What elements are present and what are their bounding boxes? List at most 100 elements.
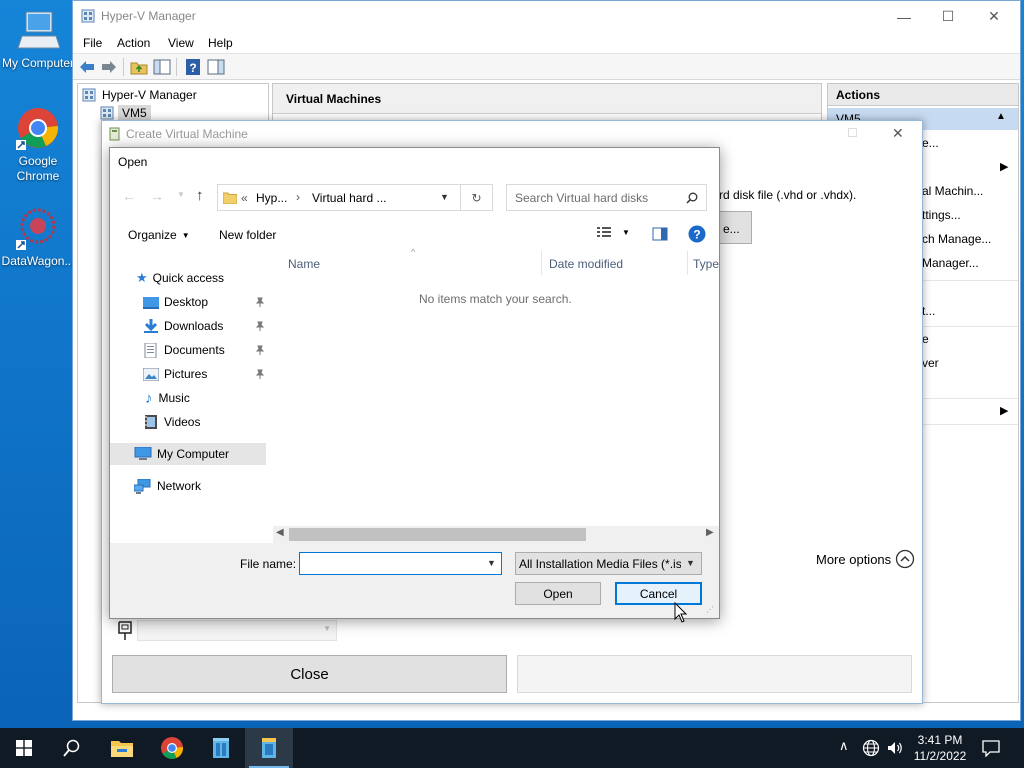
hyperv-icon (81, 9, 95, 23)
resize-grip-icon[interactable]: ⋰ (706, 605, 714, 614)
back-icon[interactable]: ← (122, 188, 136, 204)
search-box[interactable]: Search Virtual hard disks (506, 184, 707, 211)
desktop-icon-my-computer[interactable]: My Computer (0, 8, 76, 71)
taskbar-chrome[interactable] (148, 728, 196, 768)
column-type[interactable]: Type (693, 257, 719, 271)
nav-videos[interactable]: Videos (143, 411, 265, 433)
forward-icon[interactable]: → (150, 188, 164, 204)
network-globe-icon[interactable] (862, 739, 880, 757)
up-arrow-icon[interactable]: ↑ (196, 187, 204, 204)
create-vm-button[interactable]: Create Virtual Machine (517, 655, 912, 693)
action-item[interactable]: al Machin... (922, 184, 983, 198)
tree-root[interactable]: Hyper-V Manager (82, 88, 197, 102)
column-name[interactable]: Name (288, 257, 320, 271)
nav-desktop[interactable]: Desktop (143, 291, 265, 313)
menu-action[interactable]: Action (117, 36, 150, 50)
show-action-pane-icon[interactable] (207, 58, 225, 76)
nav-pictures[interactable]: Pictures (143, 363, 265, 385)
address-crumb-2[interactable]: Virtual hard ... (312, 191, 386, 205)
action-item[interactable]: e... (922, 136, 939, 150)
action-item[interactable]: ttings... (922, 208, 961, 222)
preview-pane-icon[interactable] (652, 227, 668, 241)
action-center-icon[interactable] (982, 739, 1000, 757)
nav-label: Downloads (164, 319, 224, 333)
hyperv-icon (82, 88, 96, 102)
chevron-down-icon: ▼ (622, 227, 630, 237)
documents-icon (144, 342, 157, 358)
cancel-button[interactable]: Cancel (615, 582, 702, 605)
nav-downloads[interactable]: Downloads (143, 315, 265, 337)
scrollbar-thumb[interactable] (289, 528, 586, 541)
forward-icon[interactable] (100, 58, 118, 76)
file-name-input[interactable]: ▼ (299, 552, 502, 575)
details-view-icon (597, 227, 611, 237)
show-hidden-icons-icon[interactable]: ∧ (839, 738, 849, 754)
desktop-icon-chrome[interactable]: Google Chrome (0, 106, 76, 184)
recent-locations-icon[interactable]: ▼ (177, 190, 185, 199)
menu-view[interactable]: View (168, 36, 194, 50)
address-bar[interactable]: « Hyp... › Virtual hard ... ▼ (217, 184, 461, 211)
address-overflow[interactable]: « (241, 191, 248, 205)
desktop-icon-label: Google Chrome (16, 154, 60, 183)
chrome-icon (16, 106, 60, 150)
system-clock[interactable]: 3:41 PM 11/2/2022 (908, 732, 972, 764)
scroll-right-icon[interactable]: ▶ (706, 527, 714, 538)
volume-icon[interactable] (886, 739, 904, 757)
taskbar-file-explorer[interactable] (98, 728, 146, 768)
help-icon[interactable]: ? (688, 225, 706, 243)
help-icon[interactable]: ? (184, 58, 202, 76)
media-dropdown[interactable]: ▼ (137, 620, 337, 641)
view-options-button[interactable]: ▼ (596, 225, 630, 239)
taskbar-hyperv-manager[interactable] (245, 728, 293, 768)
nav-label: Quick access (152, 271, 225, 285)
close-icon[interactable]: ✕ (892, 125, 904, 142)
scroll-left-icon[interactable]: ◀ (276, 527, 284, 538)
more-options-toggle[interactable]: More options (816, 549, 915, 569)
start-button[interactable] (0, 728, 48, 768)
nav-documents[interactable]: Documents (143, 339, 265, 361)
up-folder-icon[interactable] (130, 58, 148, 76)
close-dialog-button[interactable]: Close (112, 655, 507, 693)
menu-help[interactable]: Help (208, 36, 233, 50)
refresh-button[interactable]: ↻ (461, 184, 493, 211)
browse-button[interactable]: e... (719, 211, 752, 244)
maximize-button[interactable]: ☐ (925, 1, 971, 32)
file-type-filter[interactable]: All Installation Media Files (*.iso ▼ (515, 552, 702, 575)
search-icon (686, 192, 698, 204)
minimize-button[interactable]: — (881, 1, 927, 32)
tree-item-label: VM5 (118, 105, 151, 121)
sort-ascending-icon: ^ (411, 247, 416, 257)
dialog-title: Create Virtual Machine (126, 127, 248, 141)
action-item[interactable]: ver (922, 356, 939, 370)
action-item[interactable]: Manager... (922, 256, 979, 270)
back-icon[interactable] (78, 58, 96, 76)
show-scope-icon[interactable] (153, 58, 171, 76)
nav-music[interactable]: ♪ Music (143, 387, 265, 409)
action-item[interactable]: ch Manage... (922, 232, 991, 246)
search-icon (63, 739, 80, 757)
search-button[interactable] (48, 728, 96, 768)
nav-my-computer[interactable]: My Computer (110, 443, 266, 465)
chevron-down-icon[interactable]: ▼ (487, 558, 496, 568)
action-item[interactable]: e (922, 332, 929, 346)
column-date-modified[interactable]: Date modified (549, 257, 623, 271)
open-button[interactable]: Open (515, 582, 601, 605)
column-header-row: ^ Name Date modified Type (273, 247, 719, 275)
address-crumb-1[interactable]: Hyp... (256, 191, 287, 205)
action-item[interactable]: t... (922, 304, 935, 318)
menu-file[interactable]: File (83, 36, 102, 50)
organize-menu[interactable]: Organize ▼ (128, 228, 190, 242)
new-folder-button[interactable]: New folder (219, 228, 276, 242)
nav-quick-access[interactable]: ★ Quick access (136, 267, 266, 289)
datawagon-icon (16, 206, 60, 250)
close-dialog-label: Close (290, 665, 329, 683)
nav-network[interactable]: Network (134, 475, 264, 497)
horizontal-scrollbar[interactable]: ◀ ▶ (273, 526, 719, 543)
chevron-down-icon[interactable]: ▼ (440, 192, 449, 202)
tree-item-vm5[interactable]: VM5 (100, 105, 151, 121)
center-header: Virtual Machines (273, 84, 821, 114)
close-button[interactable]: ✕ (971, 1, 1017, 32)
desktop-icon-datawagon[interactable]: DataWagon... (0, 206, 76, 269)
taskbar-server-manager[interactable] (197, 728, 245, 768)
create-vm-label: Create Virtual Machine (638, 665, 791, 683)
